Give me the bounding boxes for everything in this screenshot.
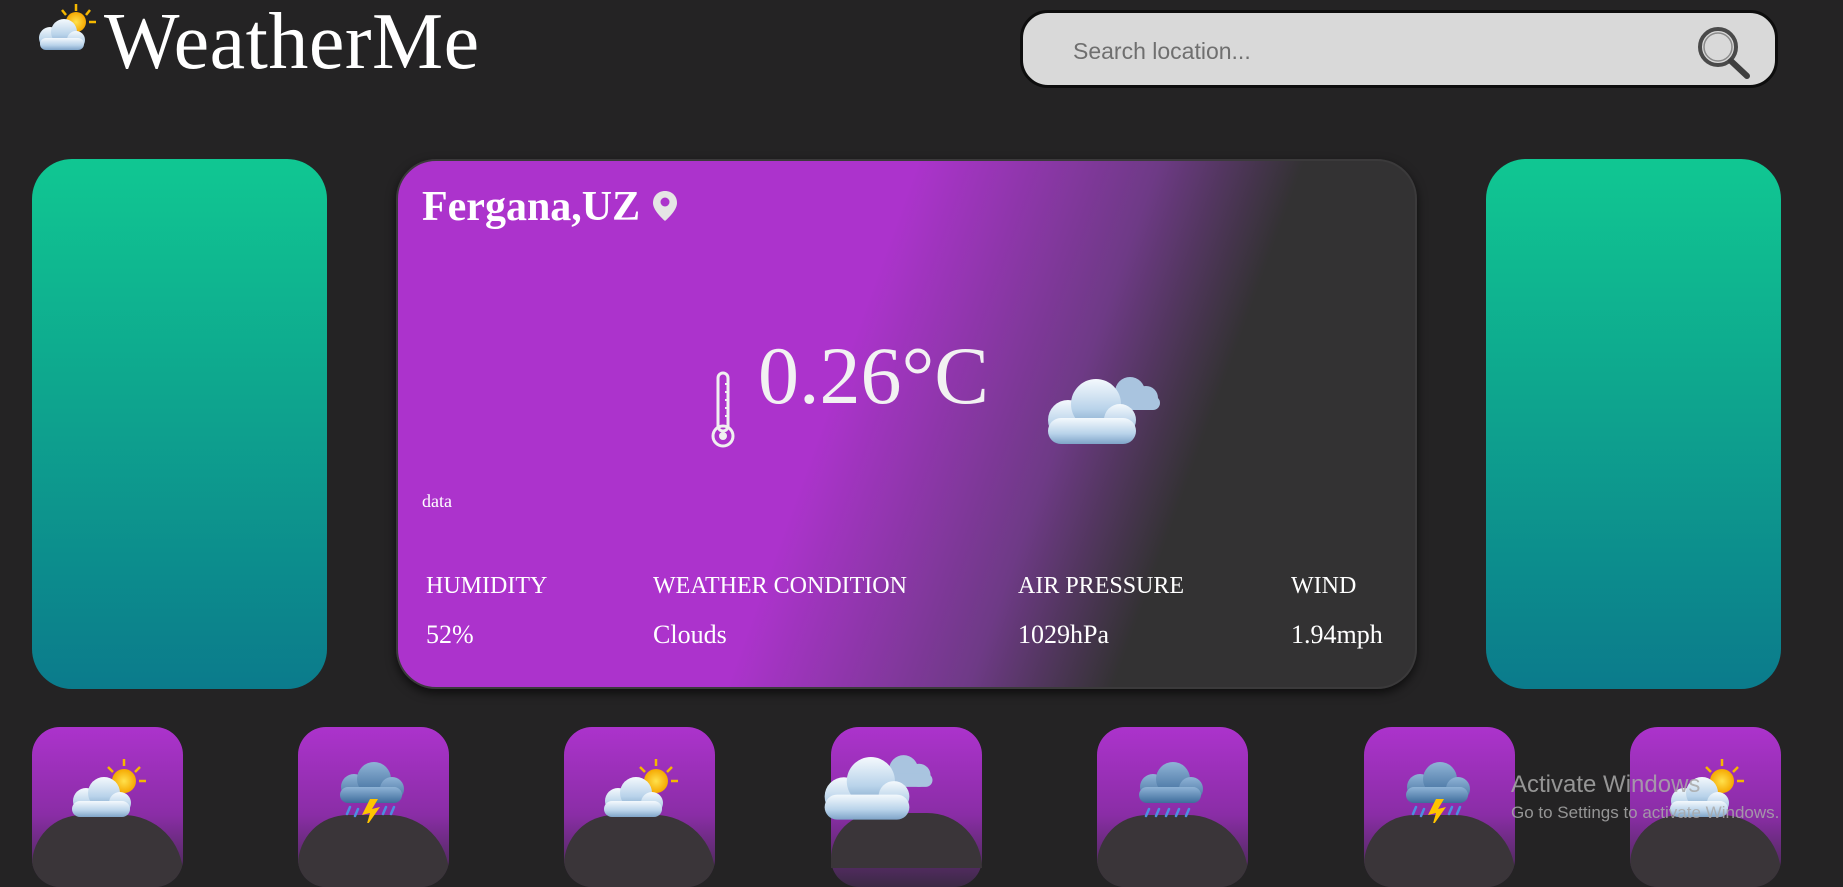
sun-behind-cloud-icon [72,759,146,817]
current-weather-card: Fergana,UZ 0.26°C data HUMIDITY 52% WEAT… [396,159,1417,689]
rain-cloud-icon [1139,762,1203,818]
app-title: WeatherMe [104,0,480,86]
location-name: Fergana,UZ [422,184,641,230]
forecast-card-2[interactable] [298,727,449,887]
card-shade [564,815,715,887]
pressure-label: AIR PRESSURE [1018,573,1185,599]
search-input[interactable] [1071,33,1675,69]
watermark-title: Activate Windows [1511,771,1701,798]
wind-label: WIND [1291,573,1357,599]
app-logo: WeatherMe [32,0,480,90]
card-shade [1097,815,1248,887]
humidity-label: HUMIDITY [426,573,548,599]
activate-windows-watermark: Activate Windows Go to Settings to activ… [1511,771,1779,823]
forecast-card-4[interactable] [824,727,982,887]
sun-behind-cloud-icon [604,759,678,817]
temperature-value: 0.26°C [758,330,989,421]
pressure-metric: AIR PRESSURE 1029hPa [1018,573,1184,650]
humidity-metric: HUMIDITY 52% [426,573,547,650]
clouds-icon [1048,377,1160,444]
forecast-card-6[interactable] [1364,727,1515,887]
clouds-icon [824,755,933,820]
forecast-card-5[interactable] [1097,727,1248,887]
card-shade [1364,815,1515,887]
weather-description: data [422,491,452,511]
sun-behind-cloud-icon [39,4,96,50]
condition-value: Clouds [653,620,727,649]
search-icon[interactable] [1693,23,1753,81]
card-shade [298,815,449,887]
location-header: Fergana,UZ [422,183,678,231]
thermometer-icon [711,371,735,448]
condition-metric: WEATHER CONDITION Clouds [653,573,907,650]
left-side-card [32,159,327,689]
watermark-subtitle: Go to Settings to activate Windows. [1511,803,1780,822]
thunderstorm-icon [340,762,404,823]
humidity-value: 52% [426,620,474,649]
condition-label: WEATHER CONDITION [653,573,907,599]
card-shade [32,815,183,887]
wind-value: 1.94mph [1291,620,1383,649]
forecast-card-3[interactable] [564,727,715,887]
search-bar [1020,10,1778,88]
forecast-card-1[interactable] [32,727,183,887]
thunderstorm-icon [1406,762,1470,823]
wind-metric: WIND 1.94mph [1291,573,1383,650]
pressure-value: 1029hPa [1018,620,1109,649]
right-side-card [1486,159,1781,689]
card-shade [1630,815,1781,887]
temperature-row: 0.26°C [708,326,1178,466]
location-pin-icon [653,191,678,221]
